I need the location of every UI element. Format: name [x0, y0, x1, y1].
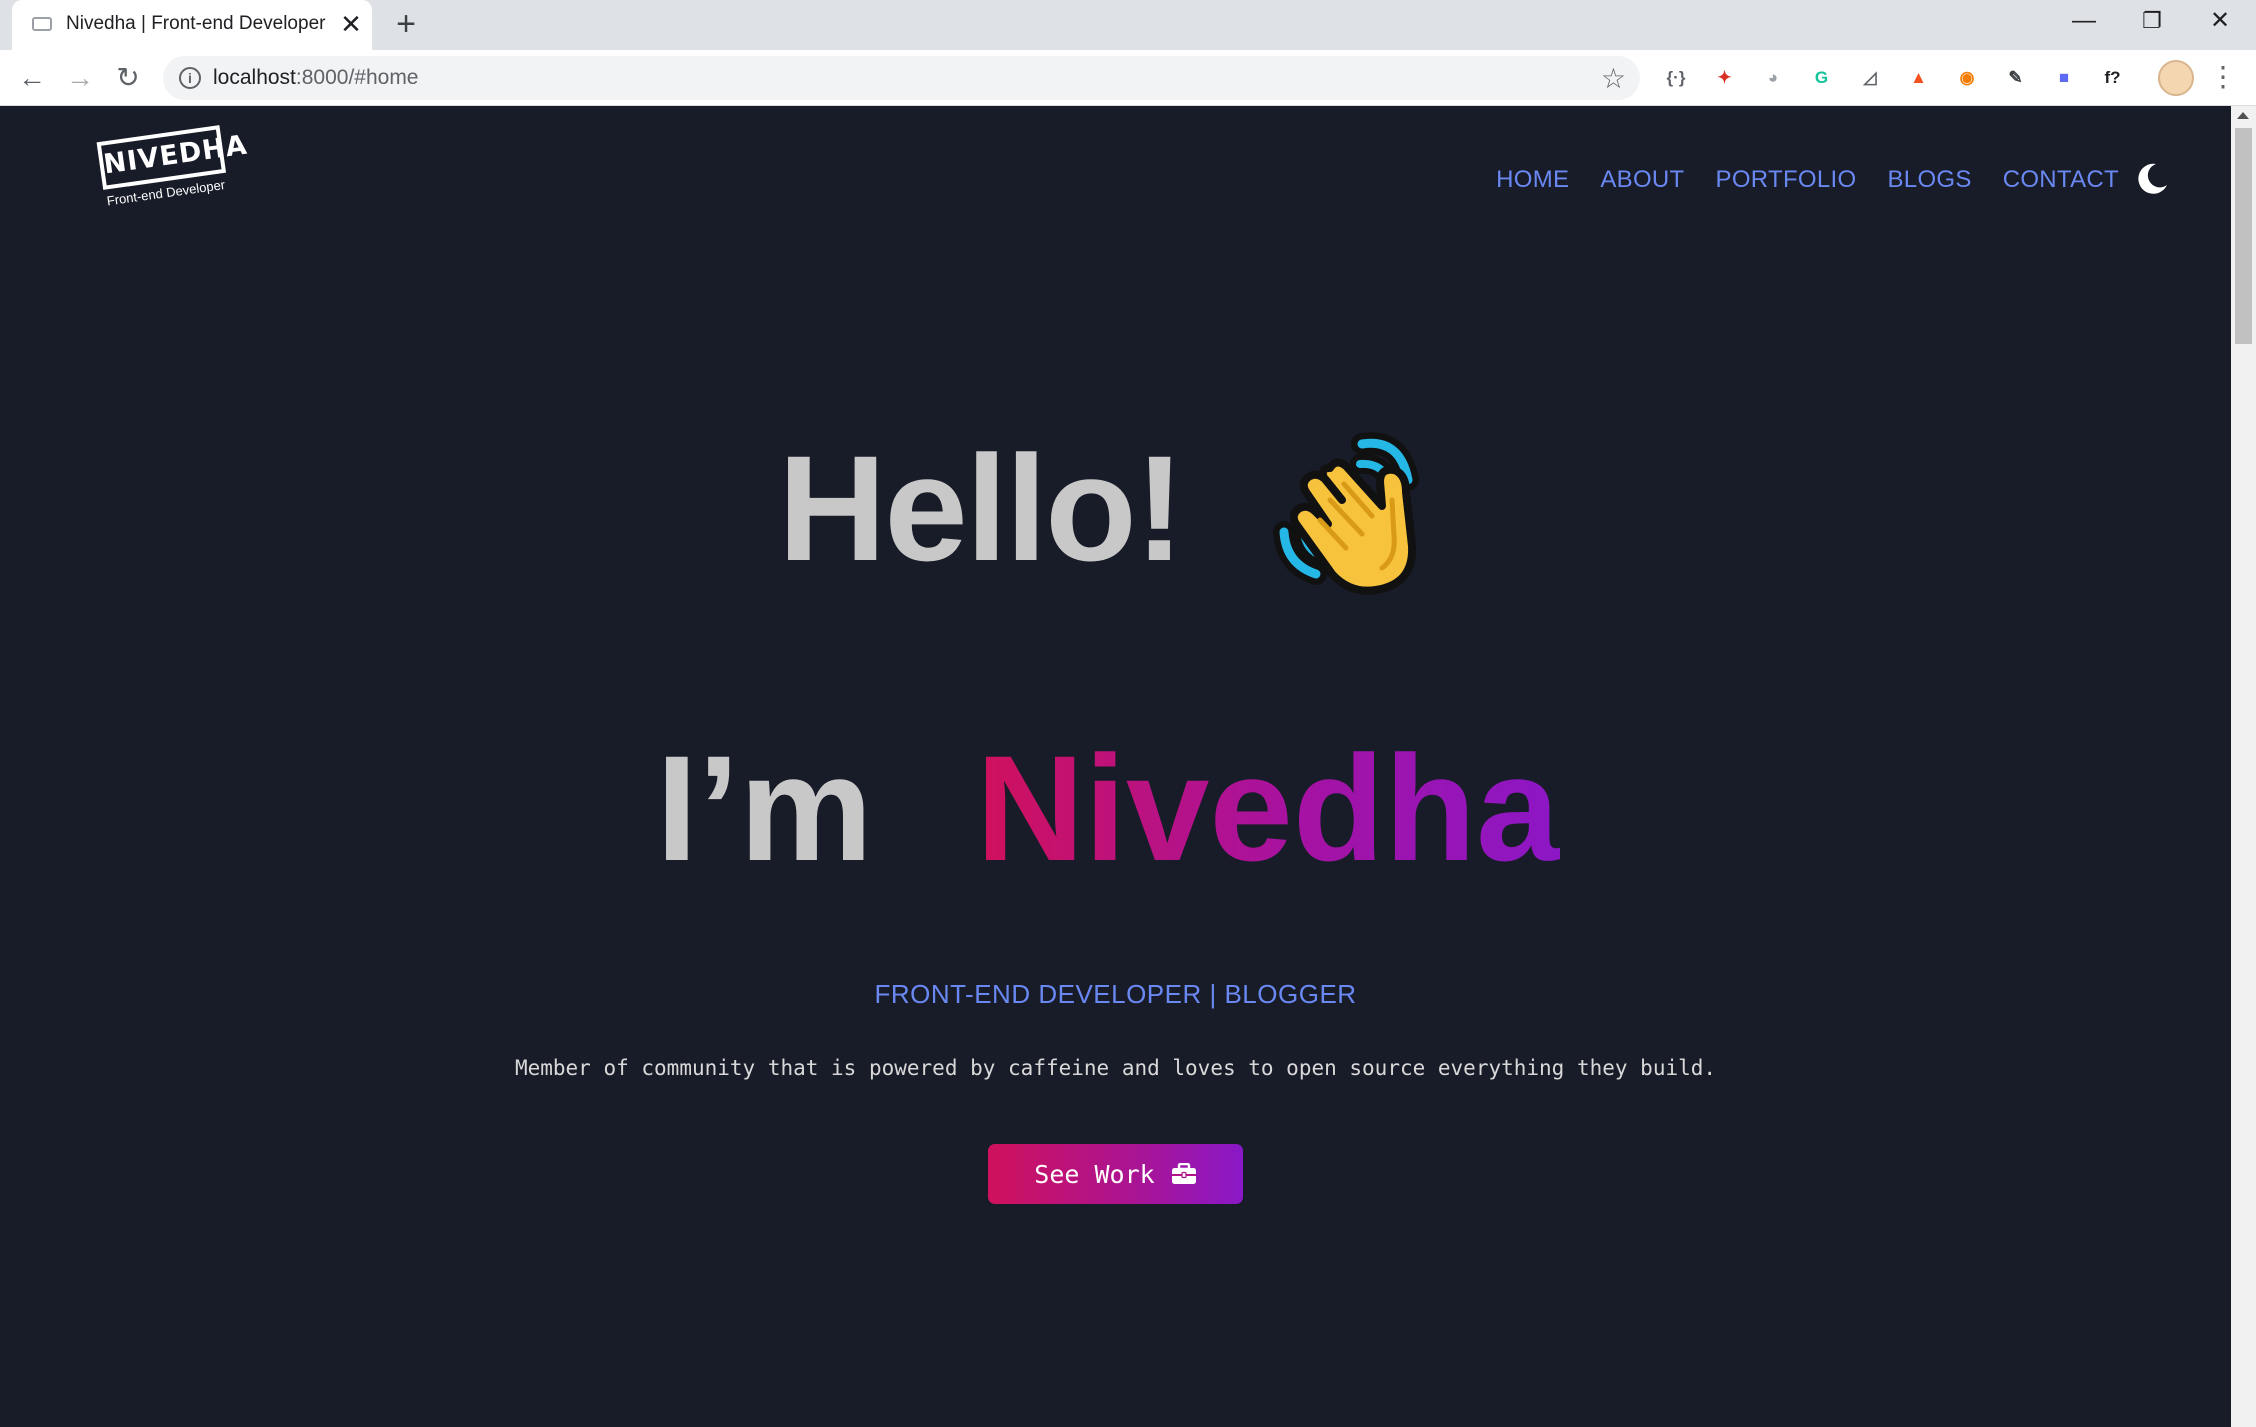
eyedropper-icon[interactable]: ✎	[2002, 64, 2030, 92]
back-button[interactable]: ←	[12, 58, 52, 98]
new-tab-button[interactable]: +	[388, 7, 424, 43]
devtools-extension-icon[interactable]: {·}	[1662, 64, 1690, 92]
dark-mode-moon-icon[interactable]	[2134, 161, 2170, 197]
url-text[interactable]: localhost:8000/#home	[213, 66, 419, 90]
page-scrollbar[interactable]	[2231, 106, 2256, 1427]
orange-extension-icon[interactable]: ◉	[1953, 64, 1981, 92]
restore-button[interactable]: ❐	[2118, 0, 2186, 44]
reload-button[interactable]: ↻	[108, 58, 148, 98]
tab-title: Nivedha | Front-end Developer	[66, 13, 326, 34]
see-work-button[interactable]: See Work	[988, 1144, 1243, 1204]
nav-home[interactable]: HOME	[1496, 166, 1569, 194]
address-bar[interactable]: i localhost:8000/#home ☆	[163, 56, 1640, 100]
nav-blogs[interactable]: BLOGS	[1887, 166, 1971, 194]
nav-about[interactable]: ABOUT	[1600, 166, 1684, 194]
whatfont-icon[interactable]: f?	[2099, 64, 2127, 92]
gradient-extension-icon[interactable]: ■	[2050, 64, 2078, 92]
hero-role: FRONT-END DEVELOPER | BLOGGER	[874, 979, 1357, 1009]
site-logo[interactable]: NIVEDHA Front-end Developer	[96, 124, 249, 219]
grammarly-icon[interactable]: G	[1808, 64, 1836, 92]
lighthouse-icon[interactable]: ▲	[1905, 64, 1933, 92]
window-close-button[interactable]: ✕	[2186, 0, 2254, 44]
waving-hand-icon	[1273, 432, 1419, 595]
minimize-button[interactable]: —	[2050, 0, 2118, 44]
browser-tab-strip: Nivedha | Front-end Developer ✕ + — ❐ ✕	[0, 0, 2256, 50]
scroll-thumb[interactable]	[2235, 128, 2252, 344]
bookmark-star-icon[interactable]: ☆	[1601, 62, 1626, 95]
forward-button[interactable]: →	[60, 58, 100, 98]
page-ruler-icon[interactable]: ◿	[1856, 64, 1884, 92]
red-extension-icon[interactable]: ✦	[1711, 64, 1739, 92]
nav-portfolio[interactable]: PORTFOLIO	[1716, 166, 1857, 194]
tab-close-icon[interactable]: ✕	[338, 9, 364, 39]
profile-avatar[interactable]	[2158, 60, 2194, 96]
see-work-label: See Work	[1034, 1159, 1155, 1189]
hero-name: Nivedha	[976, 722, 1560, 895]
scroll-up-arrow-icon[interactable]	[2237, 112, 2249, 119]
tab-favicon-icon	[32, 17, 52, 31]
browser-menu-icon[interactable]: ⋮	[2208, 60, 2238, 96]
main-nav: HOME ABOUT PORTFOLIO BLOGS CONTACT	[1496, 166, 2119, 194]
briefcase-icon	[1171, 1163, 1196, 1184]
site-info-icon[interactable]: i	[179, 67, 201, 89]
nav-contact[interactable]: CONTACT	[2003, 166, 2119, 194]
browser-toolbar: ← → ↻ i localhost:8000/#home ☆ {·} ✦ ◕ G ◿ ▲ ◉…	[0, 50, 2256, 106]
hero-greeting: Hello!	[778, 424, 1185, 592]
hero-tagline: Member of community that is powered by c…	[514, 1056, 1717, 1080]
hero-intro: I’m	[656, 724, 873, 892]
page-viewport: NIVEDHA Front-end Developer HOME ABOUT P…	[0, 106, 2231, 1427]
browser-tab[interactable]: Nivedha | Front-end Developer ✕	[12, 0, 372, 50]
panda-extension-icon[interactable]: ◕	[1759, 64, 1787, 92]
